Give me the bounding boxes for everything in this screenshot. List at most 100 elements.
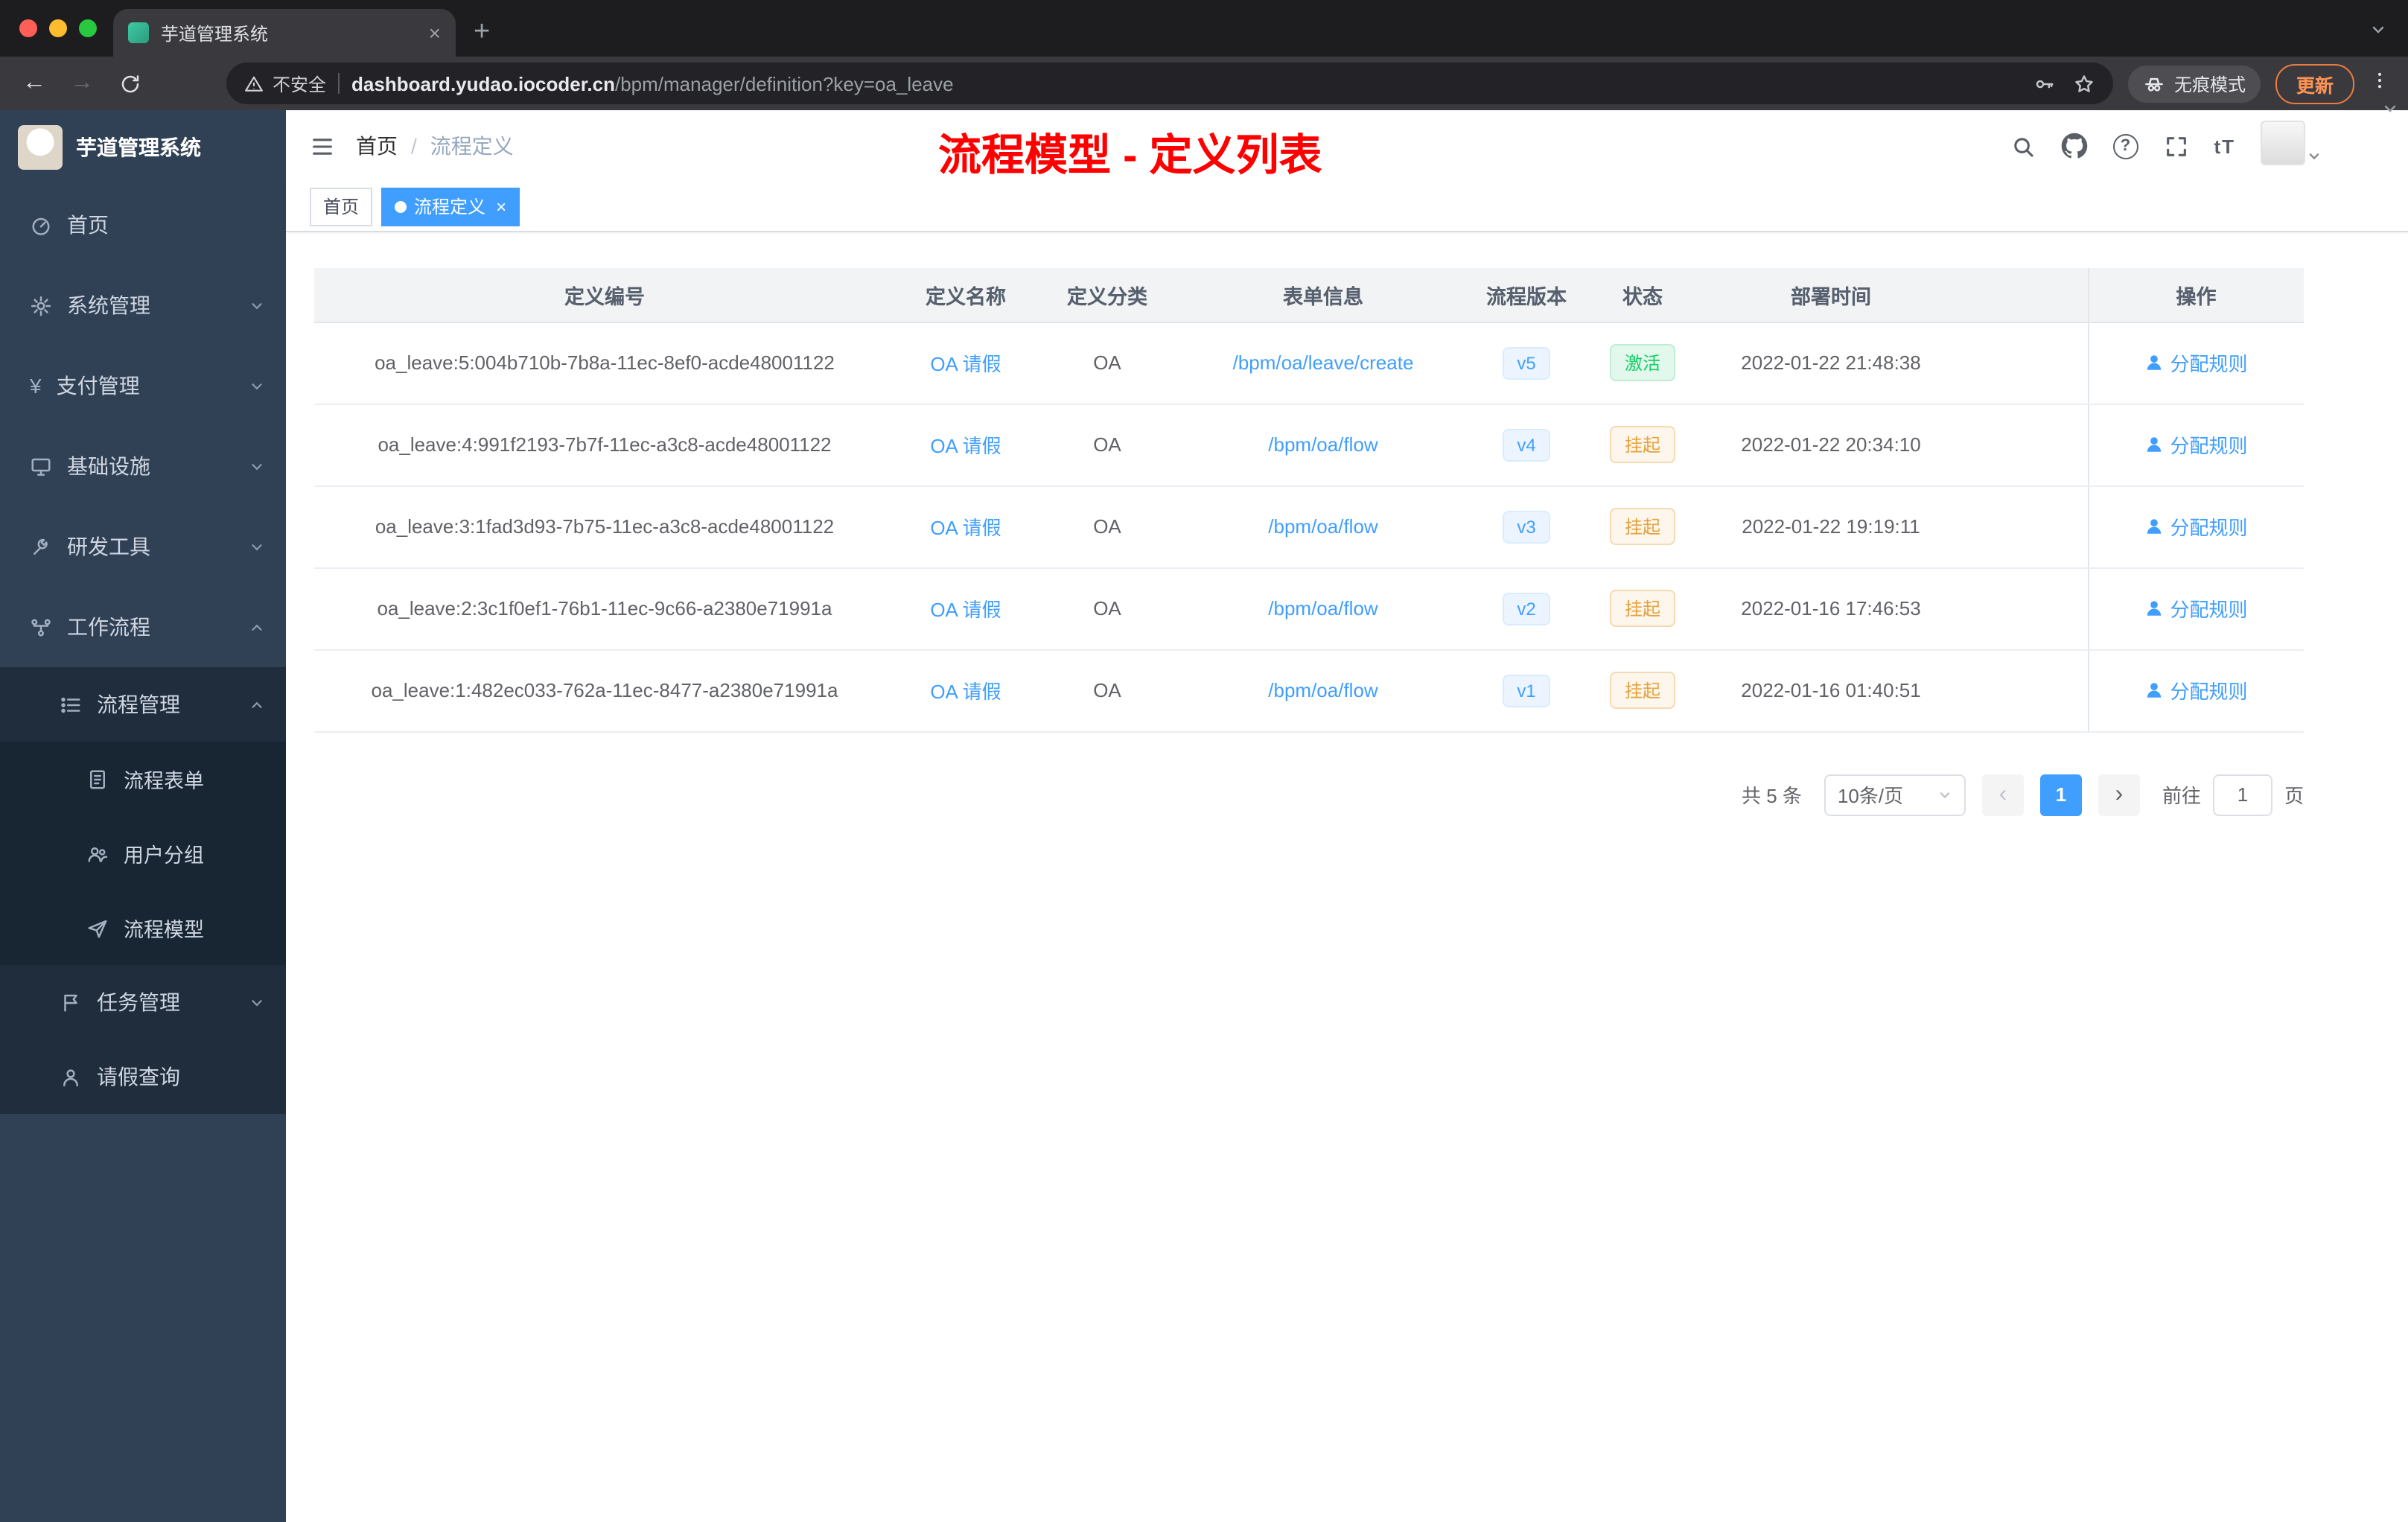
tab-close-icon[interactable]: × [429, 22, 441, 43]
window-zoom-button[interactable] [79, 19, 97, 37]
spacer-cell [1961, 404, 2088, 486]
sidebar-item-task-management[interactable]: 任务管理 [0, 965, 286, 1039]
sidebar-item-devtools[interactable]: 研发工具 [0, 506, 286, 587]
definition-name-link[interactable]: OA 请假 [930, 599, 1001, 621]
definition-id: oa_leave:3:1fad3d93-7b75-11ec-a3c8-acde4… [314, 485, 895, 568]
question-icon[interactable]: ? [2112, 133, 2138, 159]
security-badge[interactable]: 不安全 [244, 71, 326, 96]
form-link[interactable]: /bpm/oa/flow [1268, 679, 1377, 701]
sidebar-item-leave-query[interactable]: 请假查询 [0, 1039, 286, 1114]
forward-icon[interactable]: → [66, 71, 98, 95]
form-link[interactable]: /bpm/oa/flow [1268, 515, 1377, 538]
github-icon[interactable] [2060, 133, 2087, 159]
sidebar-item-user-group[interactable]: 用户分组 [0, 816, 286, 891]
column-header: 流程版本 [1468, 268, 1584, 322]
send-icon [88, 919, 107, 937]
warning-icon [245, 75, 263, 91]
new-tab-button[interactable]: + [474, 18, 490, 46]
breadcrumb-home[interactable]: 首页 [356, 131, 398, 161]
browser-tab[interactable]: 芋道管理系统 × [113, 9, 456, 57]
version-badge: v3 [1502, 510, 1551, 543]
form-link[interactable]: /bpm/oa/leave/create [1233, 351, 1414, 374]
user-menu[interactable] [2261, 121, 2322, 171]
current-page-button[interactable]: 1 [2039, 774, 2082, 815]
definition-name-link[interactable]: OA 请假 [930, 435, 1001, 457]
table-row: oa_leave:4:991f2193-7b7f-11ec-a3c8-acde4… [314, 404, 2304, 486]
next-page-button[interactable]: › [2098, 774, 2140, 815]
incognito-icon [2145, 77, 2163, 91]
column-header: 操作 [2087, 268, 2304, 322]
chevron-down-icon [1937, 787, 1952, 802]
definition-name-link[interactable]: OA 请假 [930, 353, 1001, 375]
user-icon [2147, 355, 2162, 370]
goto-page: 前往 页 [2162, 774, 2304, 815]
assign-rule-link[interactable]: 分配规则 [2144, 594, 2248, 623]
window-close-button[interactable] [19, 19, 37, 37]
sidebar-item-payment[interactable]: ¥ 支付管理 [0, 346, 286, 426]
divider [338, 73, 340, 94]
version-badge: v5 [1502, 346, 1551, 379]
spacer-cell [1961, 485, 2088, 568]
sidebar-item-label: 用户分组 [124, 844, 204, 867]
status-badge: 挂起 [1609, 590, 1675, 627]
sidebar-item-workflow[interactable]: 工作流程 [0, 587, 286, 667]
tag-label: 首页 [323, 197, 360, 217]
sidebar-logo: 芋道管理系统 [0, 110, 286, 185]
deploy-time: 2022-01-22 19:19:11 [1701, 485, 1961, 568]
goto-page-input[interactable] [2212, 774, 2272, 815]
column-header: 定义名称 [895, 268, 1036, 322]
definition-name-link[interactable]: OA 请假 [930, 517, 1001, 539]
star-icon[interactable] [2073, 72, 2095, 95]
window-minimize-button[interactable] [49, 19, 67, 37]
sidebar-item-process-model[interactable]: 流程模型 [0, 891, 286, 965]
prev-page-button[interactable]: ‹ [1981, 774, 2024, 815]
assign-rule-link[interactable]: 分配规则 [2144, 348, 2248, 377]
tag-close-icon[interactable]: × [496, 197, 506, 215]
chevron-down-icon [252, 544, 262, 550]
definition-id: oa_leave:1:482ec033-762a-11ec-8477-a2380… [314, 649, 895, 732]
tag-home[interactable]: 首页 [310, 187, 373, 226]
page-size-select[interactable]: 10条/页 [1823, 774, 1966, 815]
fullscreen-icon[interactable] [2163, 133, 2188, 159]
table-row: oa_leave:5:004b710b-7b8a-11ec-8ef0-acde4… [314, 322, 2304, 404]
sidebar-item-system[interactable]: 系统管理 [0, 265, 286, 346]
sidebar-toggle-icon[interactable] [310, 133, 335, 159]
definition-name-link[interactable]: OA 请假 [930, 681, 1001, 703]
sidebar-item-label: 研发工具 [67, 535, 150, 558]
sidebar-item-label: 请假查询 [97, 1065, 180, 1089]
table-row: oa_leave:2:3c1f0ef1-76b1-11ec-9c66-a2380… [314, 567, 2304, 650]
assign-rule-link[interactable]: 分配规则 [2144, 676, 2248, 704]
avatar[interactable] [2261, 121, 2305, 165]
form-link[interactable]: /bpm/oa/flow [1268, 433, 1377, 456]
assign-rule-link[interactable]: 分配规则 [2144, 430, 2248, 459]
user-icon [2147, 519, 2162, 534]
sidebar-item-label: 基础设施 [67, 454, 150, 478]
tab-title: 芋道管理系统 [161, 23, 269, 44]
monitor-icon [31, 457, 51, 475]
assign-rule-link[interactable]: 分配规则 [2144, 512, 2248, 541]
tag-process-definition[interactable]: 流程定义 × [381, 187, 520, 226]
form-link[interactable]: /bpm/oa/flow [1268, 597, 1377, 620]
sidebar-item-process-management[interactable]: 流程管理 [0, 667, 286, 742]
spacer-cell [1961, 268, 2088, 322]
active-dot [395, 200, 407, 212]
column-header: 状态 [1584, 268, 1701, 322]
version-badge: v2 [1502, 592, 1551, 625]
breadcrumb-separator: / [411, 134, 417, 158]
collapse-chevron-icon[interactable] [2381, 98, 2399, 125]
more-vert-icon[interactable] [2369, 69, 2390, 98]
status-badge: 挂起 [1609, 508, 1675, 545]
address-bar[interactable]: 不安全 dashboard.yudao.iocoder.cn/bpm/manag… [226, 63, 2113, 104]
sidebar-item-infrastructure[interactable]: 基础设施 [0, 426, 286, 506]
sidebar-item-process-form[interactable]: 流程表单 [0, 742, 286, 816]
search-icon[interactable] [2010, 133, 2035, 159]
chrome-update-button[interactable]: 更新 [2275, 63, 2354, 104]
site-favicon [128, 22, 149, 43]
key-icon[interactable] [2033, 72, 2055, 95]
font-size-icon[interactable]: tT [2214, 135, 2235, 157]
sidebar-item-home[interactable]: 首页 [0, 185, 286, 265]
back-icon[interactable]: ← [18, 71, 51, 95]
reload-icon[interactable] [113, 72, 146, 95]
tab-search-chevron-icon[interactable] [2369, 19, 2387, 46]
window-controls [19, 19, 97, 37]
